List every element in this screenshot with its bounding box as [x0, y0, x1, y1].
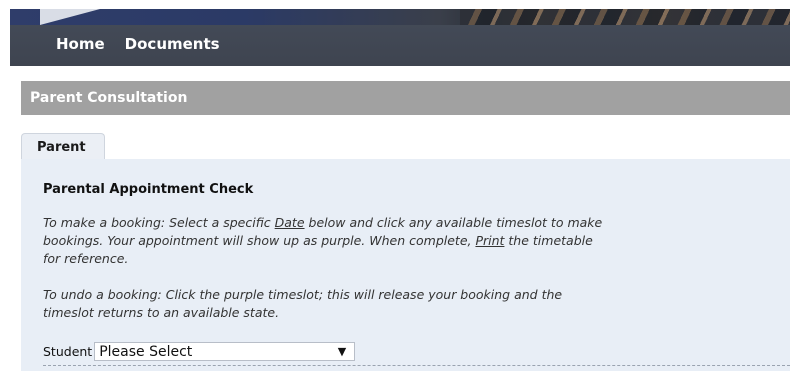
section-header: Parent Consultation	[21, 81, 790, 115]
page: Home Documents Parent Consultation Paren…	[0, 0, 790, 371]
banner-decoration	[40, 9, 100, 25]
top-banner: Home Documents	[10, 9, 790, 66]
nav-documents-link[interactable]: Documents	[125, 34, 220, 54]
date-link[interactable]: Date	[275, 215, 305, 230]
booking-instructions-paragraph: To make a booking: Select a specific Dat…	[43, 214, 603, 268]
booking-instructions: To make a booking: Select a specific Dat…	[43, 214, 603, 322]
tab-parent-label: Parent	[37, 140, 86, 155]
student-row: Student Please Select ▼	[43, 342, 356, 361]
tab-parent[interactable]: Parent	[21, 133, 105, 160]
banner-photo	[460, 9, 790, 25]
nav-home-link[interactable]: Home	[56, 34, 105, 54]
parent-panel: Parental Appointment Check To make a boo…	[21, 159, 790, 371]
panel-title: Parental Appointment Check	[43, 182, 254, 197]
student-label: Student	[43, 343, 93, 359]
print-link[interactable]: Print	[475, 233, 504, 248]
student-select-value: Please Select	[99, 344, 193, 360]
undo-instructions-paragraph: To undo a booking: Click the purple time…	[43, 287, 563, 320]
instruction-text: To make a booking: Select a specific	[43, 215, 275, 230]
main-nav: Home Documents	[56, 34, 220, 54]
section-title: Parent Consultation	[30, 90, 188, 106]
dashed-divider	[43, 365, 790, 366]
dropdown-arrow-icon: ▼	[337, 345, 347, 358]
student-select[interactable]: Please Select ▼	[94, 342, 356, 361]
